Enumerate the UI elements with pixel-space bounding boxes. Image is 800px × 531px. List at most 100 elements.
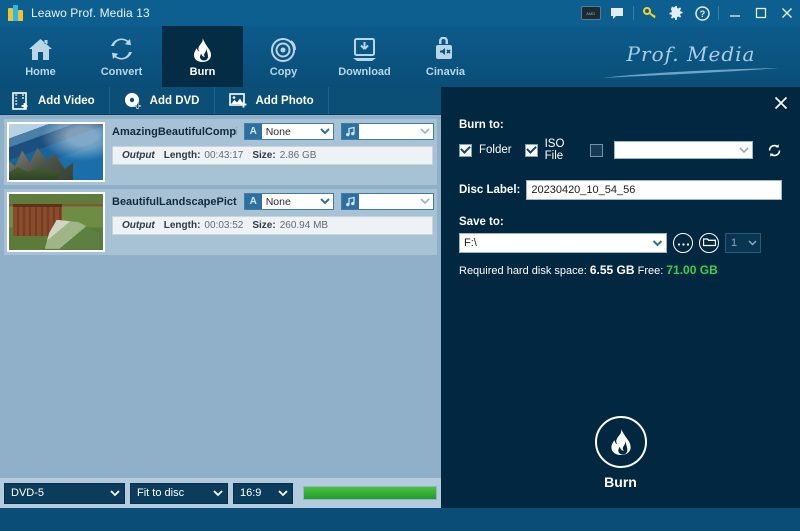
chevron-down-icon xyxy=(317,198,333,205)
list-item-header: BeautifulLandscapePictur... A None xyxy=(112,192,434,211)
minimize-button[interactable] xyxy=(722,0,748,26)
add-dvd-button[interactable]: Add DVD xyxy=(110,87,215,114)
mountain-coast-thumbnail xyxy=(7,122,105,182)
save-to-row: F:\ 1 xyxy=(459,233,782,253)
photo-add-icon xyxy=(228,92,248,110)
aspect-ratio-select[interactable]: 16:9 xyxy=(233,482,293,504)
add-photo-button[interactable]: Add Photo xyxy=(215,87,329,114)
nav-tab-copy[interactable]: Copy xyxy=(243,26,324,87)
refresh-icon[interactable] xyxy=(767,141,782,159)
device-checkbox[interactable] xyxy=(589,143,603,157)
space-required-label: Required hard disk space: xyxy=(459,265,587,277)
disc-label-input[interactable]: 20230420_10_54_56 xyxy=(526,180,782,200)
folder-label: Folder xyxy=(479,144,512,156)
key-icon[interactable] xyxy=(637,0,663,26)
list-item-title: AmazingBeautifulCompil... xyxy=(112,125,237,138)
length-value: 00:43:17 xyxy=(204,150,244,161)
close-button[interactable] xyxy=(774,0,800,26)
chevron-down-icon xyxy=(417,128,433,135)
add-video-label: Add Video xyxy=(38,94,95,107)
maximize-button[interactable] xyxy=(748,0,774,26)
audio-select[interactable] xyxy=(341,193,434,210)
title-bar: Leawo Prof. Media 13 AMD ? xyxy=(0,0,800,26)
list-item[interactable]: AmazingBeautifulCompil... A None xyxy=(4,119,437,185)
nav-tab-convert[interactable]: Convert xyxy=(81,26,162,87)
window-controls: AMD ? xyxy=(578,0,800,26)
audio-track-icon xyxy=(342,124,360,139)
chevron-down-icon xyxy=(274,489,292,497)
length-key: Length: xyxy=(163,220,201,231)
browse-button[interactable] xyxy=(673,233,693,253)
nav-tab-download[interactable]: Download xyxy=(324,26,405,87)
convert-icon xyxy=(108,35,135,63)
copies-value: 1 xyxy=(731,237,738,249)
chevron-down-icon xyxy=(106,489,124,497)
svg-text:?: ? xyxy=(699,9,705,19)
size-key: Size: xyxy=(252,150,276,161)
subtitle-value: None xyxy=(265,195,291,208)
add-dvd-label: Add DVD xyxy=(149,94,200,107)
nav-tab-burn[interactable]: Burn xyxy=(162,26,243,87)
chevron-down-icon xyxy=(417,198,433,205)
aspect-ratio-value: 16:9 xyxy=(240,487,262,499)
save-to-label: Save to: xyxy=(459,216,504,228)
burn-settings-panel: Burn to: Folder ISO File Disc Label: 202… xyxy=(441,87,800,508)
list-item[interactable]: BeautifulLandscapePictur... A None xyxy=(4,189,437,255)
capacity-progress-bar xyxy=(303,486,437,500)
bottom-settings-bar: DVD-5 Fit to disc 16:9 xyxy=(0,478,441,508)
footer-bar xyxy=(0,508,800,531)
space-free-label: Free: xyxy=(637,265,664,277)
window-title: Leawo Prof. Media 13 xyxy=(31,6,150,20)
flame-icon xyxy=(594,416,647,468)
capacity-progress-fill xyxy=(304,487,436,499)
flame-icon xyxy=(189,35,216,63)
add-video-button[interactable]: Add Video xyxy=(0,87,110,114)
download-icon xyxy=(351,35,378,63)
panel-content: Burn to: Folder ISO File Disc Label: 202… xyxy=(441,87,800,277)
gpu-badge-icon[interactable]: AMD xyxy=(578,0,604,26)
quality-select[interactable]: Fit to disc xyxy=(130,482,228,504)
application-window: Leawo Prof. Media 13 AMD ? Home Convert … xyxy=(0,0,800,531)
brand-logo: Prof. Media xyxy=(596,34,786,86)
iso-file-label: ISO File xyxy=(544,138,565,162)
subtitle-select[interactable]: A None xyxy=(243,123,335,140)
controls-divider xyxy=(718,6,719,20)
nav-tab-download-label: Download xyxy=(338,66,391,78)
gear-icon[interactable] xyxy=(663,0,689,26)
audio-track-icon xyxy=(342,194,360,209)
open-folder-button[interactable] xyxy=(699,233,719,253)
copies-stepper[interactable]: 1 xyxy=(725,233,761,253)
panel-close-button[interactable] xyxy=(772,94,790,112)
folder-checkbox[interactable] xyxy=(459,143,472,157)
home-icon xyxy=(27,35,54,63)
audio-select[interactable] xyxy=(341,123,434,140)
nav-tab-cinavia[interactable]: Cinavia xyxy=(405,26,486,87)
burn-to-options: Folder ISO File xyxy=(459,138,782,162)
gpu-badge-label: AMD xyxy=(586,10,596,16)
disc-type-value: DVD-5 xyxy=(11,487,45,499)
list-item-body: AmazingBeautifulCompil... A None xyxy=(105,122,434,165)
save-path-select[interactable]: F:\ xyxy=(459,233,667,253)
media-list[interactable]: AmazingBeautifulCompil... A None xyxy=(0,115,441,478)
add-photo-label: Add Photo xyxy=(255,94,314,107)
size-key: Size: xyxy=(252,220,276,231)
subtitle-icon: A xyxy=(244,124,262,139)
burn-to-label: Burn to: xyxy=(459,119,504,131)
help-circle-icon[interactable]: ? xyxy=(689,0,715,26)
nav-tab-home[interactable]: Home xyxy=(0,26,81,87)
nav-tab-copy-label: Copy xyxy=(269,66,298,78)
burn-button[interactable]: Burn xyxy=(441,416,800,490)
chevron-down-icon xyxy=(209,489,227,497)
disc-type-select[interactable]: DVD-5 xyxy=(4,482,125,504)
size-value: 2.86 GB xyxy=(279,150,317,161)
length-value: 00:03:52 xyxy=(204,220,244,231)
burn-device-select[interactable] xyxy=(613,141,753,159)
iso-file-checkbox[interactable] xyxy=(524,143,538,157)
garden-fence-thumbnail xyxy=(7,192,105,252)
space-required-value: 6.55 GB xyxy=(589,263,635,277)
toolbar-divider xyxy=(633,6,634,20)
chat-bubble-icon[interactable] xyxy=(604,0,630,26)
list-item-header: AmazingBeautifulCompil... A None xyxy=(112,122,434,141)
subtitle-select[interactable]: A None xyxy=(243,193,335,210)
length-key: Length: xyxy=(163,150,201,161)
